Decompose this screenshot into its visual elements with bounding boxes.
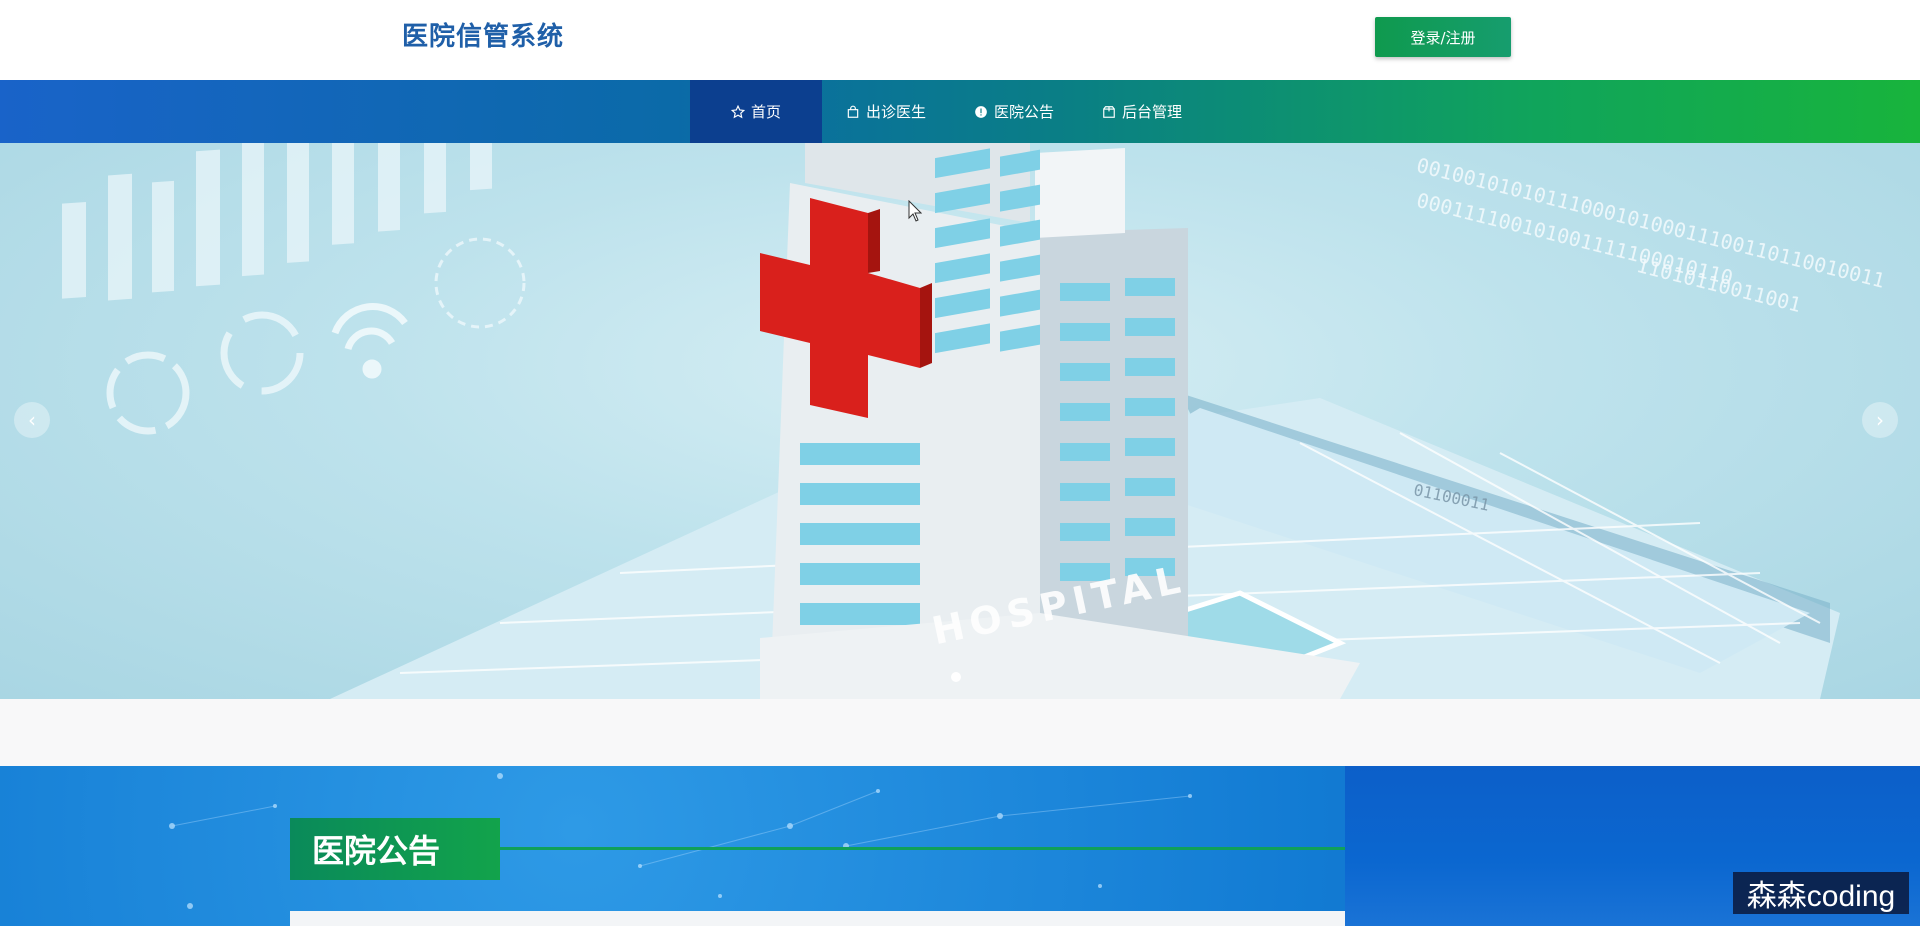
info-icon <box>974 105 988 119</box>
nav-label-home: 首页 <box>750 103 781 121</box>
login-register-button[interactable]: 登录/注册 <box>1375 17 1511 57</box>
announcement-section: 医院公告 <box>0 766 1920 926</box>
star-icon <box>730 104 745 119</box>
nav-label-doctors: 出诊医生 <box>866 103 927 121</box>
banner-carousel[interactable]: 0010010101011100010100011100110110010011… <box>0 143 1920 699</box>
nav-label-announcements: 医院公告 <box>994 103 1055 121</box>
network-background <box>169 773 1192 909</box>
heading-divider <box>500 847 1345 850</box>
nav-item-doctors[interactable]: 出诊医生 <box>822 80 950 143</box>
announcement-card[interactable] <box>290 911 1345 926</box>
announcement-heading: 医院公告 <box>290 818 500 880</box>
site-header: 医院信管系统 登录/注册 <box>0 0 1920 80</box>
watermark: 森森coding <box>1733 872 1909 914</box>
package-icon <box>1102 105 1116 119</box>
bag-icon <box>846 105 860 119</box>
section-spacer <box>0 699 1920 766</box>
site-logo[interactable]: 医院信管系统 <box>402 16 564 53</box>
nav-item-announcements[interactable]: 医院公告 <box>950 80 1078 143</box>
nav-item-home[interactable]: 首页 <box>690 80 822 143</box>
carousel-next-button[interactable]: › <box>1862 402 1898 438</box>
nav-item-admin[interactable]: 后台管理 <box>1078 80 1206 143</box>
main-nav: 首页 出诊医生 医院公告 后台管理 <box>0 80 1920 143</box>
carousel-prev-button[interactable]: ‹ <box>14 402 50 438</box>
nav-label-admin: 后台管理 <box>1122 103 1183 121</box>
mouse-cursor-icon <box>908 200 922 222</box>
carousel-indicator-dot[interactable] <box>951 672 961 682</box>
